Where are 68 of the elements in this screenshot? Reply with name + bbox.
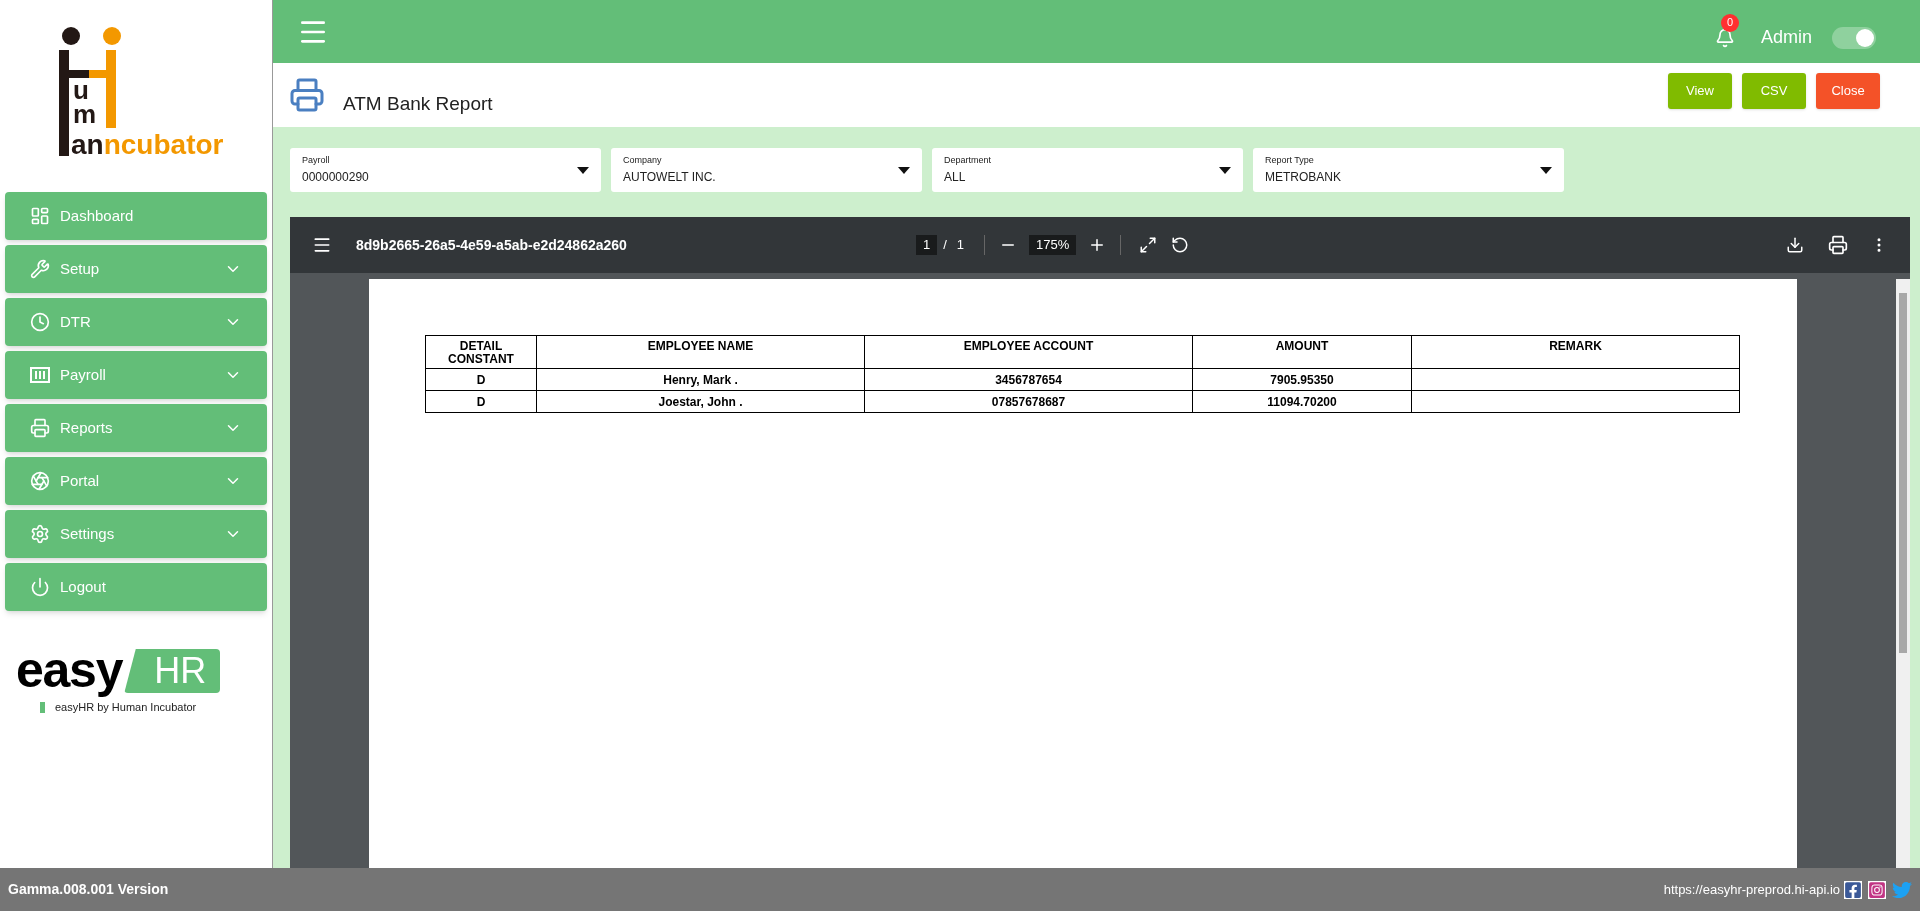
sidebar-menu-item[interactable]: Logout [5,563,267,611]
action-button[interactable]: CSV [1742,73,1806,109]
clock-icon [30,312,50,332]
sidebar-menu-item[interactable]: Payroll [5,351,267,399]
version-text: Gamma.008.001 Version [8,880,169,899]
sidebar-menu-item[interactable]: Settings [5,510,267,558]
dropdown-arrow-icon [577,166,589,174]
filter-dropdown[interactable]: Company AUTOWELT INC. [611,148,922,192]
dropdown-arrow-icon [898,166,910,174]
table-header-cell: DETAIL CONSTANT [425,335,537,369]
printer-icon [30,418,50,438]
table-cell: Henry, Mark . [536,368,865,391]
instagram-icon[interactable] [1868,880,1886,899]
table-cell: 3456787654 [864,368,1193,391]
logo-text: an [71,130,104,160]
file-name: 8d9b2665-26a5-4e59-a5ab-e2d24862a260 [356,235,628,255]
table-cell: 7905.95350 [1192,368,1412,391]
page-separator: / [943,236,947,255]
brand-accent-bar [40,701,45,713]
logo-text: ncubator [103,130,224,160]
brand-tagline: easyHR by Human Incubator [55,700,197,715]
facebook-icon[interactable] [1844,880,1862,899]
printer-icon [289,77,325,113]
notification-badge: 0 [1720,13,1739,32]
page-number-field[interactable]: 1 [916,235,938,255]
dropdown-arrow-icon [1540,166,1552,174]
aperture-icon [30,471,50,491]
brand-logo-badge: HR [124,649,221,693]
sidebar-menu-item[interactable]: DTR [5,298,267,346]
sidebar-menu-item[interactable]: Setup [5,245,267,293]
rotate-icon[interactable] [1171,236,1190,254]
table-cell: Joestar, John . [536,390,865,413]
zoom-field[interactable]: 175% [1029,235,1077,255]
site-url: https://easyhr-preprod.hi-api.io [1663,880,1840,899]
filter-dropdown[interactable]: Report Type METROBANK [1253,148,1564,192]
wrench-icon [30,259,50,279]
power-icon [30,577,50,597]
settings-icon [30,524,50,544]
sidebar-menu-item[interactable]: Reports [5,404,267,452]
table-cell: 07857678687 [864,390,1193,413]
fit-page-icon[interactable] [1139,236,1158,254]
logo-text: m [73,102,97,126]
menu-icon[interactable] [312,235,332,255]
table-cell: D [425,368,537,391]
action-button[interactable]: Close [1816,73,1880,109]
dropdown-arrow-icon [1219,166,1231,174]
table-header-cell: EMPLOYEE NAME [536,335,865,369]
logo-text: u [73,78,90,102]
download-icon[interactable] [1786,236,1804,254]
sidebar-menu-item[interactable]: Portal [5,457,267,505]
action-button[interactable]: View [1668,73,1732,109]
filter-dropdown[interactable]: Department ALL [932,148,1243,192]
filter-dropdown[interactable]: Payroll 0000000290 [290,148,601,192]
dashboard-icon [30,206,50,226]
page-count: 1 [956,236,965,255]
page-title: ATM Bank Report [343,91,493,116]
scrollbar[interactable] [1896,279,1910,868]
sidebar-menu-item[interactable]: Dashboard [5,192,267,240]
table-header-cell: REMARK [1411,335,1740,369]
bell-icon[interactable] [1714,27,1735,48]
theme-toggle[interactable] [1832,26,1876,49]
bill-icon [30,367,50,383]
table-header-cell: EMPLOYEE ACCOUNT [864,335,1193,369]
user-name[interactable]: Admin [1760,24,1812,51]
table-cell: 11094.70200 [1192,390,1412,413]
table-cell: D [425,390,537,413]
table-header-cell: AMOUNT [1192,335,1412,369]
print-icon[interactable] [1828,235,1848,255]
